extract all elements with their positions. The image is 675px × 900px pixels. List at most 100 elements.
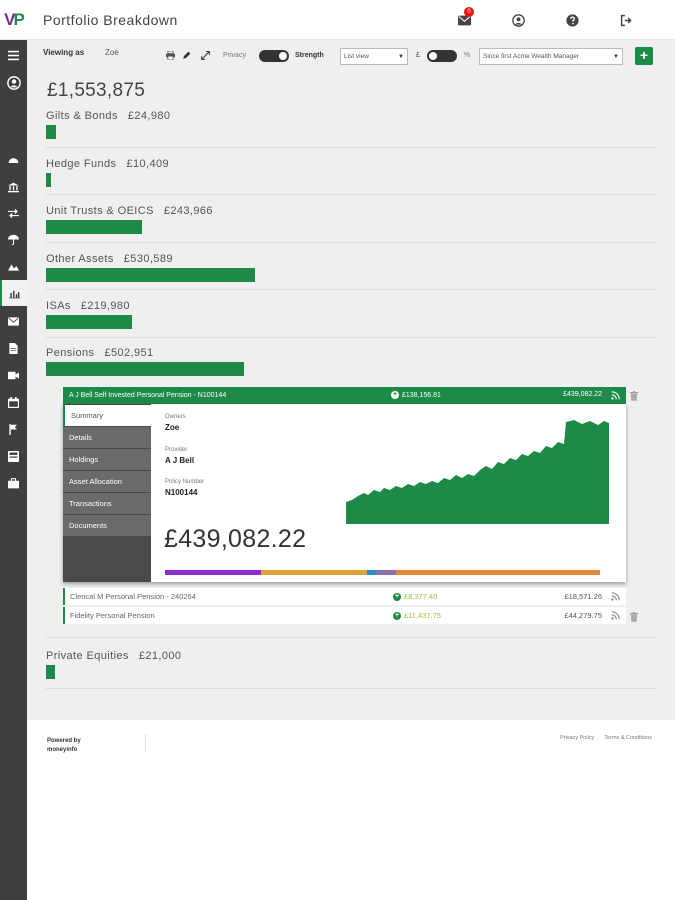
category-isas[interactable]: ISAs £219,980	[46, 300, 656, 338]
sidebar-item-profile[interactable]	[0, 70, 27, 96]
tab-summary[interactable]: Summary	[63, 405, 151, 426]
briefcase-icon	[8, 477, 19, 488]
pension-detail-panel: Summary Details Holdings Asset Allocatio…	[63, 404, 626, 582]
logout-button[interactable]	[599, 0, 653, 40]
tab-details[interactable]: Details	[63, 427, 151, 448]
category-name: ISAs	[46, 300, 71, 312]
edit-icon[interactable]	[182, 51, 191, 60]
category-other-assets[interactable]: Other Assets £530,589	[46, 253, 656, 290]
calculator-icon	[8, 450, 19, 462]
rss-icon[interactable]	[611, 592, 620, 601]
sidebar-item-bank[interactable]	[0, 174, 27, 200]
profile-button[interactable]	[491, 0, 545, 40]
footer: Powered by moneyinfo Privacy Policy Term…	[27, 720, 675, 900]
chevron-down-icon: ▼	[613, 53, 619, 60]
terms-link[interactable]: Terms & Conditions	[604, 735, 652, 741]
sidebar-item-transfers[interactable]	[0, 200, 27, 226]
trash-icon[interactable]	[630, 612, 638, 622]
main-content: Viewing as Zoe Privacy Strength List vie…	[27, 40, 675, 720]
category-amount: £10,409	[126, 158, 170, 170]
sidebar-item-goals[interactable]	[0, 416, 27, 442]
sidebar-item-property[interactable]	[0, 253, 27, 279]
rss-icon[interactable]	[611, 611, 620, 620]
portfolio-total: £1,553,875	[47, 80, 146, 101]
sidebar-item-video[interactable]	[0, 362, 27, 388]
sidebar-item-briefcase[interactable]	[0, 470, 27, 496]
bar-chart-icon	[9, 290, 20, 298]
add-button[interactable]: +	[635, 47, 653, 65]
pension-value: £439,082.22	[563, 391, 602, 398]
menu-button[interactable]	[0, 42, 27, 68]
pension-value: £44,279.75	[564, 611, 602, 620]
category-pensions[interactable]: Pensions £502,951	[46, 347, 656, 376]
category-name: Pensions	[46, 347, 95, 359]
envelope-icon	[8, 316, 19, 326]
policy-number-value: N100144	[165, 488, 198, 497]
document-icon	[9, 342, 18, 354]
category-amount: £21,000	[138, 650, 182, 662]
viewing-as-label: Viewing as	[43, 48, 85, 57]
video-camera-icon	[8, 371, 19, 379]
sidebar-item-insurance[interactable]	[0, 226, 27, 252]
logout-icon	[620, 14, 632, 26]
allocation-segment	[165, 570, 261, 575]
left-sidebar	[0, 40, 27, 900]
provider-value: A J Bell	[165, 456, 195, 465]
sidebar-item-calendar[interactable]	[0, 389, 27, 415]
policy-number-label: Policy Number	[165, 479, 205, 485]
plus-icon: +	[393, 611, 401, 620]
pension-growth: £138,156.81	[402, 391, 441, 399]
dashboard-icon	[8, 157, 19, 163]
category-private-equities[interactable]: Private Equities £21,000	[46, 650, 656, 689]
tab-transactions[interactable]: Transactions	[63, 493, 151, 514]
category-bar	[46, 315, 132, 329]
flag-icon	[9, 423, 17, 435]
pension-row[interactable]: Fidelity Personal Pension + £11,437.75 £4…	[63, 607, 626, 624]
print-icon[interactable]	[166, 51, 175, 60]
hamburger-icon	[8, 50, 19, 60]
value-area	[346, 420, 609, 524]
category-name: Unit Trusts & OEICS	[46, 205, 154, 217]
owners-value: Zoe	[165, 423, 180, 432]
currency-percent-toggle[interactable]	[427, 50, 457, 62]
category-gilts-bonds[interactable]: Gilts & Bonds £24,980	[46, 110, 656, 148]
tab-asset-allocation[interactable]: Asset Allocation	[63, 471, 151, 492]
allocation-segment	[260, 570, 368, 575]
period-select[interactable]: Since first Acme Wealth Manager ▼	[479, 48, 623, 65]
category-amount: £530,589	[123, 253, 173, 265]
category-hedge-funds[interactable]: Hedge Funds £10,409	[46, 158, 656, 195]
pension-value-chart	[346, 420, 609, 524]
pension-growth: £11,437.75	[404, 611, 441, 620]
viewing-as-name[interactable]: Zoe	[105, 48, 119, 57]
view-select[interactable]: List view ▼	[340, 48, 408, 65]
privacy-toggle[interactable]	[259, 50, 289, 62]
category-amount: £24,980	[127, 110, 171, 122]
pension-row[interactable]: Clerical M Personal Pension - 240264 + £8…	[63, 588, 626, 605]
privacy-policy-link[interactable]: Privacy Policy	[560, 735, 594, 741]
category-unit-trusts[interactable]: Unit Trusts & OEICS £243,966	[46, 205, 656, 243]
sidebar-item-dashboard[interactable]	[0, 146, 27, 172]
tab-documents[interactable]: Documents	[63, 515, 151, 536]
category-amount: £243,966	[163, 205, 213, 217]
app-logo[interactable]: VP	[0, 0, 27, 40]
page-title: Portfolio Breakdown	[43, 11, 178, 28]
trash-icon[interactable]	[630, 391, 638, 401]
tab-holdings[interactable]: Holdings	[63, 449, 151, 470]
sidebar-item-messages[interactable]	[0, 308, 27, 334]
message-count-badge: 0	[464, 7, 474, 17]
messages-button[interactable]: 0	[437, 0, 491, 40]
pension-header-ajbell[interactable]: A J Bell Self Invested Personal Pension …	[63, 387, 626, 404]
landscape-icon	[8, 263, 19, 271]
rss-icon[interactable]	[611, 391, 620, 400]
sidebar-item-documents[interactable]	[0, 335, 27, 361]
expand-icon[interactable]	[201, 51, 210, 60]
provider-label: Provider	[165, 447, 188, 453]
toolbar: Viewing as Zoe Privacy Strength List vie…	[27, 40, 675, 72]
transfer-icon	[8, 208, 19, 218]
sidebar-item-budget[interactable]	[0, 443, 27, 469]
pension-value: £18,571.26	[564, 592, 602, 601]
category-name: Private Equities	[46, 650, 129, 662]
help-button[interactable]	[545, 0, 599, 40]
pension-name: Fidelity Personal Pension	[70, 611, 155, 620]
sidebar-item-portfolio[interactable]	[0, 280, 27, 306]
